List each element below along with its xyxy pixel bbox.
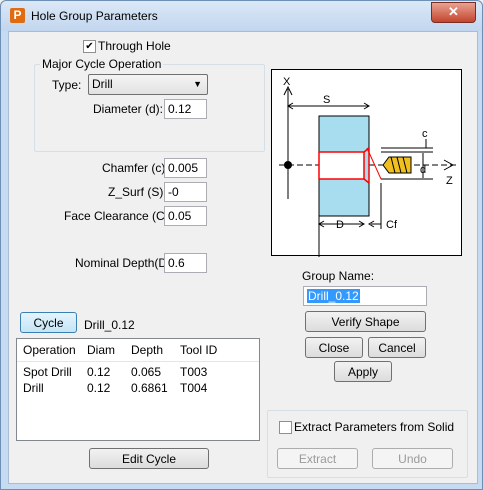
chamfer-input[interactable]: 0.005	[164, 158, 207, 178]
cycle-name: Drill_0.12	[84, 318, 135, 332]
window-close-button[interactable]: ✕	[431, 2, 476, 23]
type-select-value: Drill	[92, 77, 113, 91]
d-label: d	[420, 164, 426, 176]
table-row[interactable]: Drill 0.12 0.6861 T004	[17, 380, 259, 396]
x-axis-label: X	[283, 76, 291, 88]
title-bar[interactable]: P Hole Group Parameters ✕	[1, 1, 482, 31]
operation-list-header: Operation Diam Depth Tool ID	[17, 339, 259, 362]
col-header-tool-id[interactable]: Tool ID	[180, 343, 217, 357]
close-button[interactable]: Close	[305, 337, 363, 358]
col-header-depth[interactable]: Depth	[131, 343, 163, 357]
col-header-operation[interactable]: Operation	[23, 343, 76, 357]
D-label: D	[336, 219, 344, 231]
diameter-input[interactable]: 0.12	[164, 99, 207, 119]
cancel-button[interactable]: Cancel	[368, 337, 426, 358]
z-axis-label: Z	[446, 175, 453, 187]
group-name-input[interactable]: Drill_0.12	[303, 286, 427, 306]
table-row[interactable]: Spot Drill 0.12 0.065 T003	[17, 364, 259, 380]
cell-tool-id: T003	[180, 365, 208, 379]
face-clearance-label: Face Clearance (Cf):	[64, 209, 176, 223]
cell-diam: 0.12	[87, 381, 111, 395]
cell-depth: 0.065	[131, 365, 162, 379]
s-label: S	[323, 94, 330, 106]
through-hole-label: Through Hole	[98, 39, 171, 53]
cell-operation: Spot Drill	[23, 365, 72, 379]
hole-diagram: X Z S c d D Cf	[271, 69, 462, 257]
apply-button[interactable]: Apply	[334, 361, 392, 382]
extract-parameters-checkbox[interactable]	[279, 421, 292, 434]
chevron-down-icon: ▼	[193, 79, 202, 89]
nominal-depth-label: Nominal Depth(D):	[75, 256, 175, 270]
type-select[interactable]: Drill ▼	[88, 74, 208, 95]
cell-tool-id: T004	[180, 381, 208, 395]
dialog-client: ✔ Through Hole Major Cycle Operation Typ…	[8, 31, 478, 484]
extract-button[interactable]: Extract	[277, 448, 358, 469]
edit-cycle-button[interactable]: Edit Cycle	[89, 448, 209, 469]
nominal-depth-input[interactable]: 0.6	[164, 253, 207, 273]
cf-label: Cf	[386, 219, 398, 231]
group-name-value: Drill_0.12	[307, 289, 360, 303]
c-label: c	[422, 128, 428, 140]
face-clearance-input[interactable]: 0.05	[164, 206, 207, 226]
zsurf-input[interactable]: -0	[164, 182, 207, 202]
chamfer-label: Chamfer (c):	[102, 161, 169, 175]
undo-button[interactable]: Undo	[372, 448, 453, 469]
cell-operation: Drill	[23, 381, 44, 395]
cycle-button[interactable]: Cycle	[20, 312, 77, 333]
zsurf-label: Z_Surf (S):	[108, 185, 167, 199]
group-name-label: Group Name:	[302, 269, 375, 283]
window-title: Hole Group Parameters	[31, 9, 158, 23]
col-header-diam[interactable]: Diam	[87, 343, 115, 357]
cell-depth: 0.6861	[131, 381, 168, 395]
diameter-label: Diameter (d):	[93, 102, 164, 116]
app-icon: P	[10, 8, 25, 23]
major-cycle-label: Major Cycle Operation	[40, 57, 164, 71]
cell-diam: 0.12	[87, 365, 111, 379]
verify-shape-button[interactable]: Verify Shape	[305, 311, 426, 332]
operation-list[interactable]: Operation Diam Depth Tool ID Spot Drill …	[16, 338, 260, 441]
dialog-window: P Hole Group Parameters ✕ ✔ Through Hole…	[0, 0, 483, 490]
type-label: Type:	[52, 78, 82, 92]
extract-parameters-label: Extract Parameters from Solid	[294, 420, 455, 434]
through-hole-checkbox[interactable]: ✔	[83, 40, 96, 53]
